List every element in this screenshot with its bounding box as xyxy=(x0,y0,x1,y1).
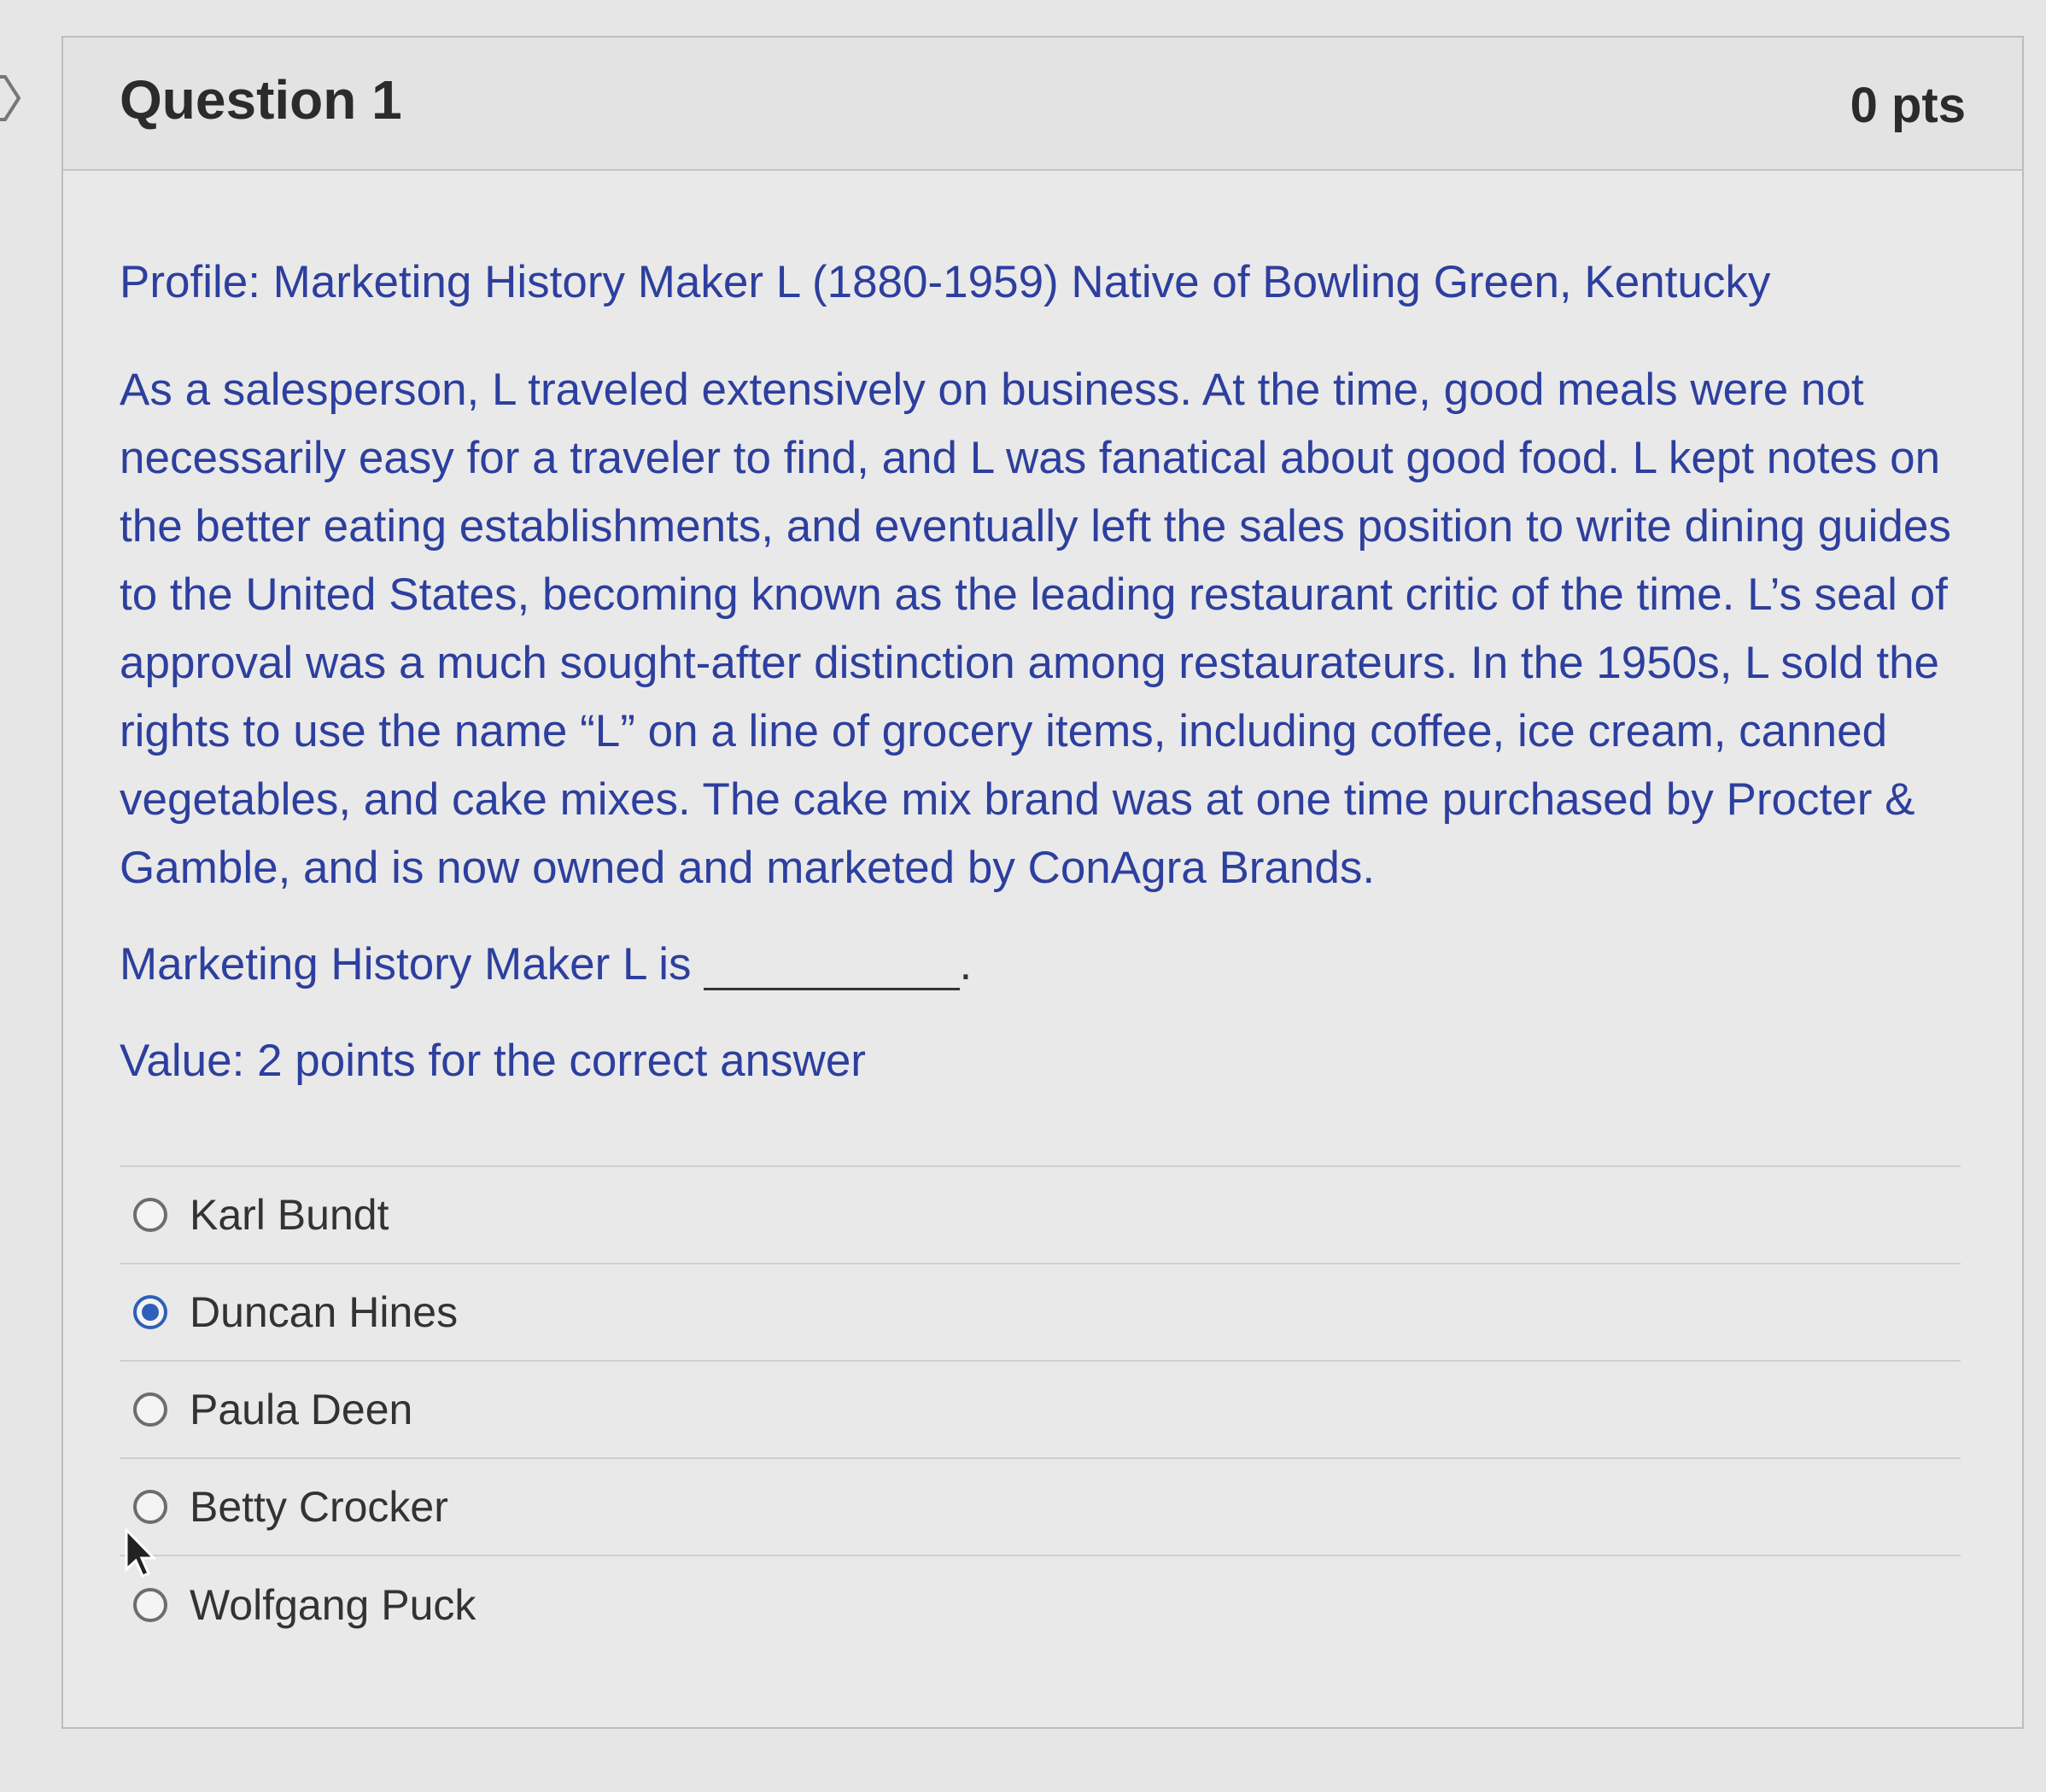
radio-icon[interactable] xyxy=(133,1198,167,1232)
question-passage: As a salesperson, L traveled extensively… xyxy=(120,365,1951,893)
question-flag-icon[interactable] xyxy=(0,73,22,123)
answer-list: Karl Bundt Duncan Hines Paula Deen Betty… xyxy=(120,1165,1961,1654)
question-prompt: Marketing History Maker L is . xyxy=(120,938,1966,990)
question-points: 0 pts xyxy=(1850,78,1966,133)
answer-label[interactable]: Wolfgang Puck xyxy=(190,1580,476,1630)
answer-option[interactable]: Karl Bundt xyxy=(120,1167,1961,1264)
answer-label[interactable]: Paula Deen xyxy=(190,1385,412,1434)
radio-icon[interactable] xyxy=(133,1392,167,1427)
radio-icon[interactable] xyxy=(133,1588,167,1622)
profile-heading: Profile: Marketing History Maker L (1880… xyxy=(120,257,1771,307)
answer-blank xyxy=(703,954,960,990)
answer-label[interactable]: Duncan Hines xyxy=(190,1287,458,1337)
prompt-period: . xyxy=(959,939,973,989)
question-body: Profile: Marketing History Maker L (1880… xyxy=(63,256,2022,1654)
question-header: Question 1 0 pts xyxy=(63,38,2022,171)
question-card: Question 1 0 pts Profile: Marketing Hist… xyxy=(61,36,2024,1729)
radio-selected-icon[interactable] xyxy=(133,1295,167,1329)
prompt-text: Marketing History Maker L is xyxy=(120,939,692,989)
answer-option-selected[interactable]: Duncan Hines xyxy=(120,1264,1961,1362)
radio-icon[interactable] xyxy=(133,1490,167,1524)
mouse-cursor-icon xyxy=(125,1528,157,1578)
answer-option[interactable]: Wolfgang Puck xyxy=(120,1556,1961,1654)
value-text: Value: 2 points for the correct answer xyxy=(120,1036,866,1086)
answer-option[interactable]: Paula Deen xyxy=(120,1362,1961,1459)
answer-label[interactable]: Karl Bundt xyxy=(190,1190,389,1240)
answer-option[interactable]: Betty Crocker xyxy=(120,1459,1961,1556)
question-title: Question 1 xyxy=(120,69,402,131)
answer-label[interactable]: Betty Crocker xyxy=(190,1482,448,1532)
